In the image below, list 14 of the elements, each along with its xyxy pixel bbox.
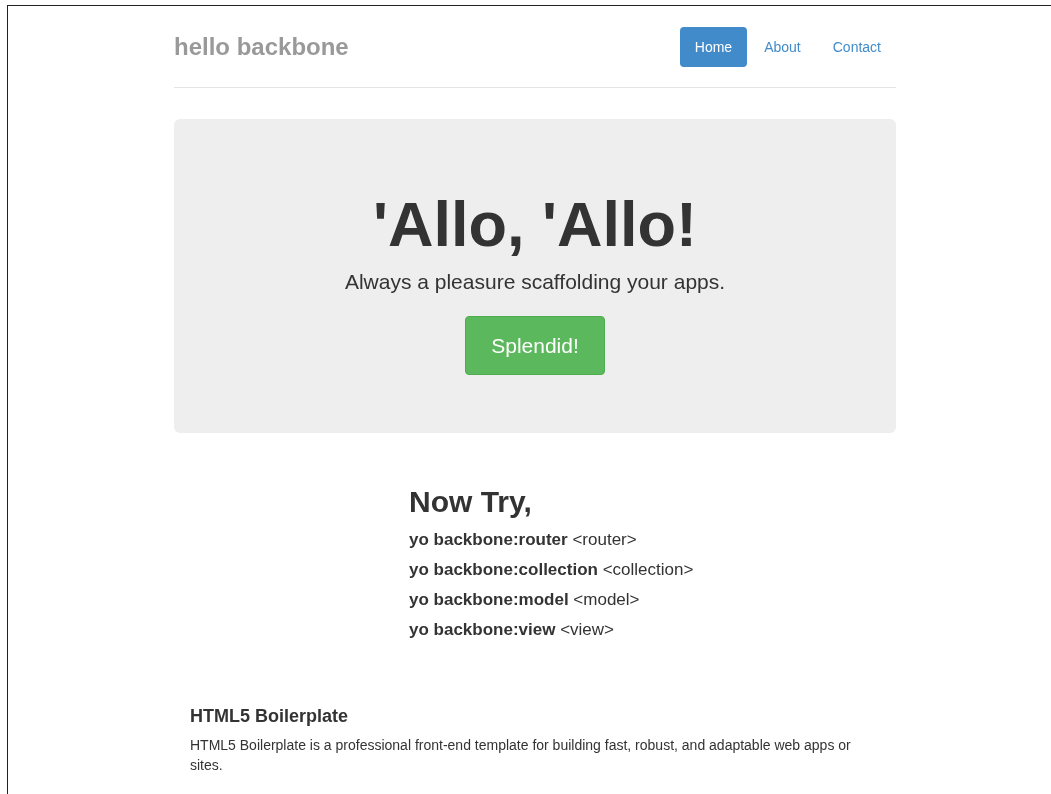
nav-link[interactable]: Home [679,26,748,67]
section-heading: Now Try, [409,484,533,520]
command-line: yo backbone:model <model> [409,589,641,611]
command-line: yo backbone:view <view> [409,619,616,641]
command-line: yo backbone:router <router> [409,529,638,551]
hero-subtitle: Always a pleasure scaffolding your apps. [343,269,727,295]
nav-link[interactable]: About [749,26,816,67]
site-title: hello backbone [174,32,349,61]
feature-title: HTML5 Boilerplate [190,706,350,727]
command-line: yo backbone:collection <collection> [409,559,695,581]
splendid-button[interactable]: Splendid! [465,316,605,375]
hero-heading: 'Allo, 'Allo! [372,188,698,261]
nav-link[interactable]: Contact [817,26,896,67]
feature-description: HTML5 Boilerplate is a professional front-end template for building fast, robust, and adaptable web apps or sites. [190,736,852,775]
